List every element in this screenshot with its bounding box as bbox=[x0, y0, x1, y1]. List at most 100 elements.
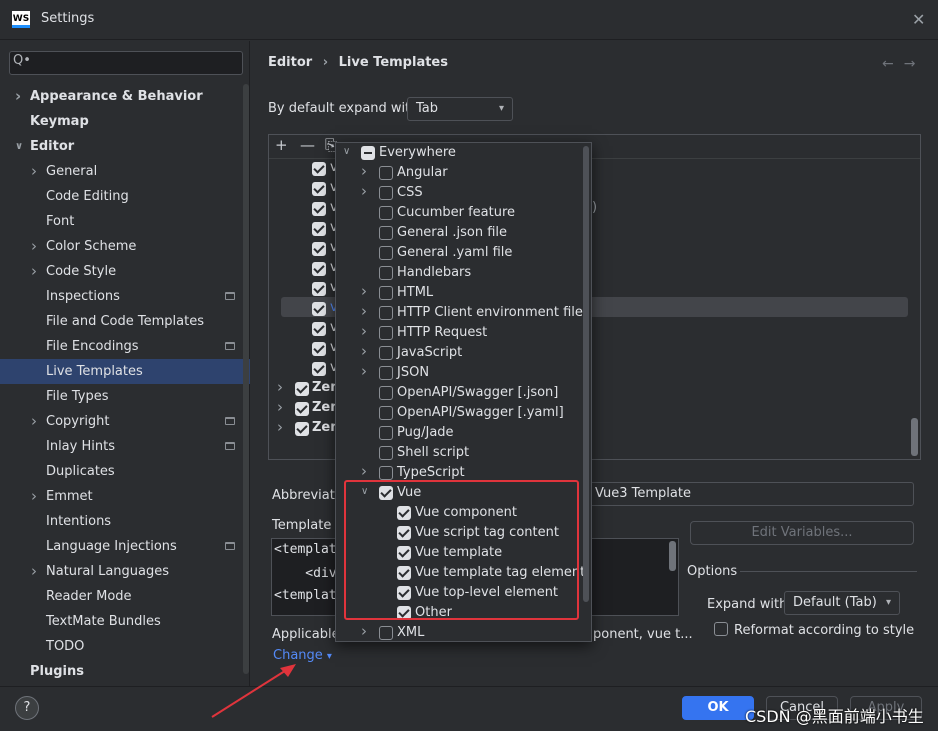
sidebar-item-duplicates[interactable]: Duplicates bbox=[0, 459, 250, 484]
chevron-right-icon[interactable]: › bbox=[31, 484, 37, 509]
context-item-pug-jade[interactable]: Pug/Jade bbox=[397, 423, 454, 443]
context-checkbox[interactable] bbox=[379, 266, 393, 280]
chevron-down-icon[interactable]: ∨ bbox=[343, 146, 350, 157]
template-checkbox[interactable] bbox=[312, 302, 326, 316]
ok-button[interactable]: OK bbox=[682, 696, 754, 720]
sidebar-item-file-encodings[interactable]: File Encodings bbox=[0, 334, 250, 359]
expand-with-select[interactable]: Tab ▾ bbox=[407, 97, 513, 121]
context-item-openapi-swagger-yaml-[interactable]: OpenAPI/Swagger [.yaml] bbox=[397, 403, 564, 423]
sidebar-item-appearance-behavior[interactable]: › Appearance & Behavior bbox=[0, 84, 250, 109]
context-checkbox[interactable] bbox=[379, 306, 393, 320]
context-checkbox[interactable] bbox=[379, 446, 393, 460]
chevron-down-icon[interactable]: ∨ bbox=[15, 134, 23, 159]
template-group-checkbox[interactable] bbox=[295, 402, 309, 416]
template-checkbox[interactable] bbox=[312, 282, 326, 296]
sidebar-item-general[interactable]: › General bbox=[0, 159, 250, 184]
template-checkbox[interactable] bbox=[312, 242, 326, 256]
sidebar-item-editor[interactable]: ∨ Editor bbox=[0, 134, 250, 159]
sidebar-item-color-scheme[interactable]: › Color Scheme bbox=[0, 234, 250, 259]
chevron-right-icon[interactable]: › bbox=[31, 559, 37, 584]
context-checkbox[interactable] bbox=[379, 626, 393, 640]
chevron-right-icon[interactable]: › bbox=[361, 622, 367, 640]
context-checkbox[interactable] bbox=[379, 426, 393, 440]
sidebar-scrollbar[interactable] bbox=[243, 84, 249, 674]
chevron-right-icon[interactable]: › bbox=[277, 398, 283, 416]
context-item-xml[interactable]: XML bbox=[397, 623, 424, 643]
template-checkbox[interactable] bbox=[312, 222, 326, 236]
context-item-general-yaml-file[interactable]: General .yaml file bbox=[397, 243, 512, 263]
sidebar-item-copyright[interactable]: › Copyright bbox=[0, 409, 250, 434]
chevron-right-icon[interactable]: › bbox=[31, 409, 37, 434]
chevron-right-icon[interactable]: › bbox=[361, 462, 367, 480]
context-item-angular[interactable]: Angular bbox=[397, 163, 448, 183]
template-checkbox[interactable] bbox=[312, 182, 326, 196]
option-expand-with-select[interactable]: Default (Tab) ▾ bbox=[784, 591, 900, 615]
sidebar-item-font[interactable]: Font bbox=[0, 209, 250, 234]
sidebar-item-intentions[interactable]: Intentions bbox=[0, 509, 250, 534]
context-item-http-client-environment-file[interactable]: HTTP Client environment file bbox=[397, 303, 583, 323]
template-group-checkbox[interactable] bbox=[295, 422, 309, 436]
context-item-everywhere[interactable]: Everywhere bbox=[379, 143, 456, 163]
sidebar-item-inlay-hints[interactable]: Inlay Hints bbox=[0, 434, 250, 459]
context-item-html[interactable]: HTML bbox=[397, 283, 433, 303]
template-checkbox[interactable] bbox=[312, 362, 326, 376]
breadcrumb-editor[interactable]: Editor bbox=[268, 55, 312, 70]
chevron-right-icon[interactable]: › bbox=[31, 259, 37, 284]
context-checkbox[interactable] bbox=[379, 186, 393, 200]
sidebar-item-textmate-bundles[interactable]: TextMate Bundles bbox=[0, 609, 250, 634]
search-input[interactable] bbox=[9, 51, 243, 75]
context-item-general-json-file[interactable]: General .json file bbox=[397, 223, 507, 243]
sidebar-item-language-injections[interactable]: Language Injections bbox=[0, 534, 250, 559]
context-checkbox[interactable] bbox=[361, 146, 375, 160]
chevron-right-icon[interactable]: › bbox=[361, 362, 367, 380]
context-checkbox[interactable] bbox=[379, 346, 393, 360]
context-checkbox[interactable] bbox=[379, 286, 393, 300]
reformat-checkbox[interactable] bbox=[714, 622, 728, 636]
template-checkbox[interactable] bbox=[312, 322, 326, 336]
context-checkbox[interactable] bbox=[379, 326, 393, 340]
template-checkbox[interactable] bbox=[312, 162, 326, 176]
chevron-right-icon[interactable]: › bbox=[277, 378, 283, 396]
template-group-checkbox[interactable] bbox=[295, 382, 309, 396]
context-item-javascript[interactable]: JavaScript bbox=[397, 343, 462, 363]
template-list-scrollbar[interactable] bbox=[911, 418, 918, 456]
context-checkbox[interactable] bbox=[379, 466, 393, 480]
context-checkbox[interactable] bbox=[379, 386, 393, 400]
add-icon[interactable]: + bbox=[275, 136, 288, 154]
sidebar-item-emmet[interactable]: › Emmet bbox=[0, 484, 250, 509]
context-checkbox[interactable] bbox=[379, 166, 393, 180]
help-button[interactable]: ? bbox=[15, 696, 39, 720]
chevron-right-icon[interactable]: › bbox=[277, 418, 283, 436]
template-checkbox[interactable] bbox=[312, 342, 326, 356]
sidebar-item-reader-mode[interactable]: Reader Mode bbox=[0, 584, 250, 609]
chevron-right-icon[interactable]: › bbox=[361, 302, 367, 320]
close-icon[interactable]: ✕ bbox=[912, 10, 925, 29]
sidebar-item-inspections[interactable]: Inspections bbox=[0, 284, 250, 309]
chevron-right-icon[interactable]: › bbox=[361, 342, 367, 360]
sidebar-item-file-and-code-templates[interactable]: File and Code Templates bbox=[0, 309, 250, 334]
context-item-openapi-swagger-json-[interactable]: OpenAPI/Swagger [.json] bbox=[397, 383, 558, 403]
sidebar-item-file-types[interactable]: File Types bbox=[0, 384, 250, 409]
chevron-right-icon[interactable]: › bbox=[361, 162, 367, 180]
context-checkbox[interactable] bbox=[379, 206, 393, 220]
back-forward-arrows-icon[interactable]: ←→ bbox=[882, 56, 925, 72]
chevron-right-icon[interactable]: › bbox=[31, 159, 37, 184]
context-item-json[interactable]: JSON bbox=[397, 363, 429, 383]
template-checkbox[interactable] bbox=[312, 262, 326, 276]
context-item-cucumber-feature[interactable]: Cucumber feature bbox=[397, 203, 515, 223]
sidebar-item-natural-languages[interactable]: › Natural Languages bbox=[0, 559, 250, 584]
sidebar-item-code-style[interactable]: › Code Style bbox=[0, 259, 250, 284]
sidebar-item-keymap[interactable]: Keymap bbox=[0, 109, 250, 134]
edit-variables-button[interactable]: Edit Variables... bbox=[690, 521, 914, 545]
chevron-right-icon[interactable]: › bbox=[15, 84, 21, 109]
description-field[interactable]: Vue3 Template bbox=[588, 482, 914, 506]
template-text-scrollbar[interactable] bbox=[669, 541, 676, 571]
context-popup-scrollbar[interactable] bbox=[583, 146, 589, 602]
chevron-right-icon[interactable]: › bbox=[31, 234, 37, 259]
context-checkbox[interactable] bbox=[379, 246, 393, 260]
sidebar-item-code-editing[interactable]: Code Editing bbox=[0, 184, 250, 209]
sidebar-item-live-templates[interactable]: Live Templates bbox=[0, 359, 250, 384]
context-checkbox[interactable] bbox=[379, 366, 393, 380]
chevron-right-icon[interactable]: › bbox=[361, 322, 367, 340]
context-item-css[interactable]: CSS bbox=[397, 183, 423, 203]
